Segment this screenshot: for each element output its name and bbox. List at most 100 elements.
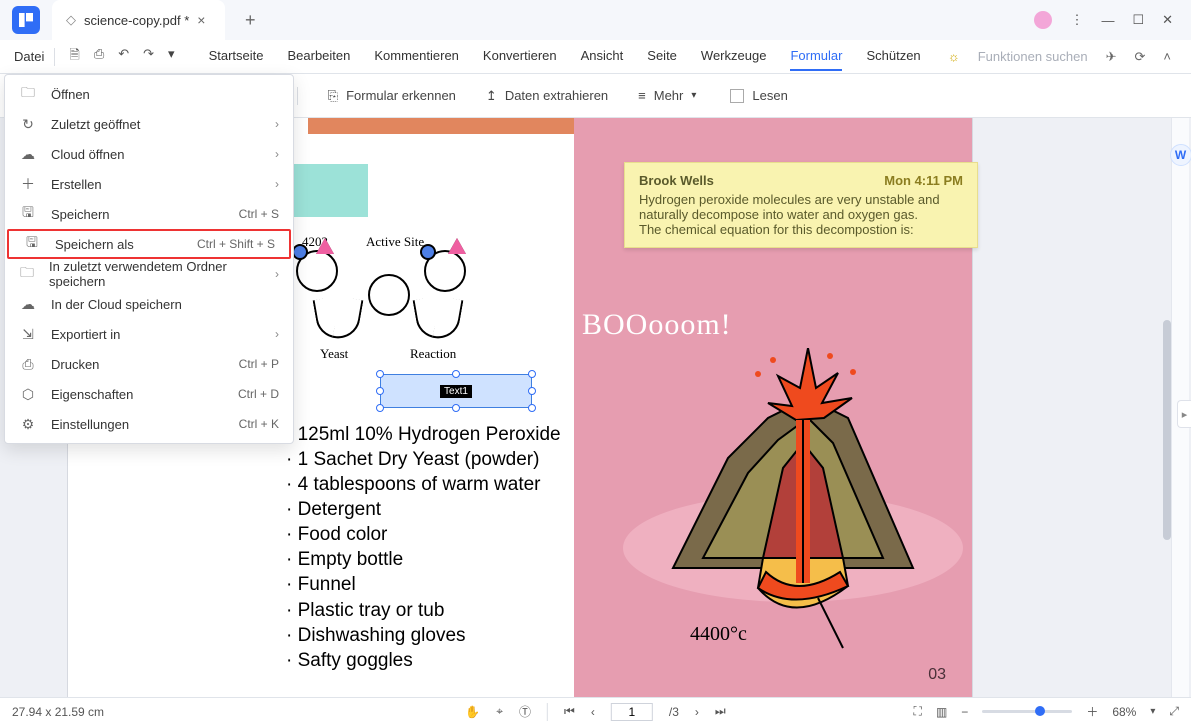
page-total: /3 — [669, 705, 679, 719]
read-mode-toggle[interactable]: Lesen — [730, 88, 787, 103]
zoom-slider[interactable] — [982, 710, 1072, 713]
minimize-icon[interactable]: ― — [1101, 13, 1114, 28]
menu-open[interactable]: 🗀Öffnen — [5, 79, 293, 109]
select-tool-icon[interactable]: ⌖ — [496, 704, 503, 719]
folder-icon: 🗀 — [19, 262, 35, 286]
new-tab-button[interactable]: + — [239, 9, 261, 31]
active-site-label: Active Site — [366, 234, 424, 250]
fullscreen-icon[interactable]: ⤢ — [1169, 704, 1179, 719]
read-label: Lesen — [752, 88, 787, 103]
menu-schuetzen[interactable]: Schützen — [866, 42, 920, 71]
chevron-up-icon[interactable]: ˄ — [1163, 49, 1171, 64]
menu-ansicht[interactable]: Ansicht — [581, 42, 624, 71]
menu-kommentieren[interactable]: Kommentieren — [374, 42, 459, 71]
send-icon[interactable]: ✈ — [1106, 49, 1117, 65]
file-dropdown-menu: 🗀Öffnen ↻Zuletzt geöffnet› ☁Cloud öffnen… — [4, 74, 294, 444]
export-icon: ⇲ — [19, 326, 37, 343]
redo-icon[interactable]: ↷ — [143, 46, 154, 68]
properties-icon: ⬡ — [19, 386, 37, 403]
menu-save-cloud[interactable]: ☁In der Cloud speichern — [5, 289, 293, 319]
chevron-right-icon: › — [275, 177, 279, 191]
menu-seite[interactable]: Seite — [647, 42, 677, 71]
menu-create[interactable]: ＋Erstellen› — [5, 169, 293, 199]
save-icon[interactable]: 🗎 — [69, 46, 79, 68]
zoom-out-icon[interactable]: − — [961, 705, 968, 719]
maximize-icon[interactable]: ☐ — [1132, 12, 1144, 28]
note-line: Hydrogen peroxide molecules are very uns… — [639, 192, 963, 207]
vertical-scrollbar[interactable] — [1163, 320, 1171, 540]
recognize-icon: ⎘ — [328, 88, 338, 104]
prev-page-icon[interactable]: ‹ — [591, 705, 595, 719]
menu-save-as[interactable]: 🖫Speichern alsCtrl + Shift + S — [7, 229, 291, 259]
menu-werkzeuge[interactable]: Werkzeuge — [701, 42, 767, 71]
menu-save-recent-folder[interactable]: 🗀In zuletzt verwendetem Ordner speichern… — [5, 259, 293, 289]
title-bar: ◇ science-copy.pdf * × + ⋮ ― ☐ ✕ — [0, 0, 1191, 40]
menu-bearbeiten[interactable]: Bearbeiten — [287, 42, 350, 71]
open-icon: 🗀 — [19, 82, 37, 106]
cloud-icon: ☁ — [19, 296, 37, 313]
enzyme-diagram — [424, 250, 466, 292]
more-icon: ≡ — [638, 88, 646, 103]
cloud-icon[interactable]: ⟳ — [1135, 49, 1146, 65]
recognize-form-button[interactable]: ⎘ Formular erkennen — [328, 88, 456, 104]
chevron-right-icon: › — [275, 267, 279, 281]
menu-cloud-open[interactable]: ☁Cloud öffnen› — [5, 139, 293, 169]
save-icon: 🖫 — [19, 202, 37, 226]
comment-note[interactable]: Brook WellsMon 4:11 PM Hydrogen peroxide… — [624, 162, 978, 248]
zoom-value[interactable]: 68% — [1112, 705, 1136, 719]
menu-save[interactable]: 🖫SpeichernCtrl + S — [5, 199, 293, 229]
file-menu[interactable]: Datei — [8, 49, 50, 64]
word-export-badge[interactable]: W — [1170, 144, 1191, 166]
document-tab[interactable]: ◇ science-copy.pdf * × — [52, 0, 225, 40]
page-number: 03 — [928, 666, 946, 684]
menu-startseite[interactable]: Startseite — [209, 42, 264, 71]
main-menu: Startseite Bearbeiten Kommentieren Konve… — [189, 42, 921, 71]
status-bar: 27.94 x 21.59 cm ✋ ⌖ Ⓣ ⏮ ‹ /3 › ⏭ ⛶ ▥ − … — [0, 697, 1191, 725]
hand-tool-icon[interactable]: ✋ — [465, 705, 480, 719]
close-icon[interactable]: × — [197, 13, 211, 27]
last-page-icon[interactable]: ⏭ — [715, 704, 726, 719]
temperature-label: 4400°c — [690, 623, 747, 646]
pdf-icon: ◇ — [66, 12, 76, 28]
menu-formular[interactable]: Formular — [790, 42, 842, 71]
expand-panel-button[interactable]: ▸ — [1177, 400, 1191, 428]
layout-icon[interactable]: ▥ — [936, 705, 947, 719]
chevron-down-icon[interactable]: ▾ — [1150, 706, 1155, 717]
menu-properties[interactable]: ⬡EigenschaftenCtrl + D — [5, 379, 293, 409]
user-avatar-icon[interactable] — [1034, 11, 1052, 29]
undo-icon[interactable]: ↶ — [118, 46, 129, 68]
enzyme-diagram — [368, 274, 410, 316]
function-search[interactable]: Funktionen suchen — [978, 49, 1088, 64]
page-input[interactable] — [611, 703, 653, 721]
close-window-icon[interactable]: ✕ — [1162, 12, 1173, 28]
recent-icon: ↻ — [19, 116, 37, 133]
text-select-icon[interactable]: Ⓣ — [519, 703, 531, 720]
menu-recent[interactable]: ↻Zuletzt geöffnet› — [5, 109, 293, 139]
volcano-illustration — [608, 348, 978, 658]
menu-konvertieren[interactable]: Konvertieren — [483, 42, 557, 71]
fit-width-icon[interactable]: ⛶ — [914, 704, 922, 719]
zoom-in-icon[interactable]: ＋ — [1086, 703, 1098, 720]
extract-data-button[interactable]: ↥ Daten extrahieren — [486, 88, 608, 104]
next-page-icon[interactable]: › — [695, 705, 699, 719]
menu-export[interactable]: ⇲Exportiert in› — [5, 319, 293, 349]
lightbulb-icon: ☼ — [948, 49, 960, 64]
dropdown-caret-icon[interactable]: ▾ — [168, 46, 175, 68]
print-icon: ⎙ — [19, 356, 37, 373]
reaction-label: Reaction — [410, 346, 456, 362]
cursor-coords: 27.94 x 21.59 cm — [12, 705, 104, 719]
save-as-icon: 🖫 — [23, 232, 41, 256]
print-icon[interactable]: ⎙ — [94, 46, 104, 68]
more-button[interactable]: ≡ Mehr ▾ — [638, 88, 696, 103]
boom-text: BOOooom! — [582, 308, 732, 342]
chevron-right-icon: › — [275, 147, 279, 161]
settings-icon: ⚙ — [19, 416, 37, 433]
kebab-menu-icon[interactable]: ⋮ — [1070, 12, 1083, 28]
menu-print[interactable]: ⎙DruckenCtrl + P — [5, 349, 293, 379]
note-author: Brook Wells — [639, 173, 714, 188]
menu-settings[interactable]: ⚙EinstellungenCtrl + K — [5, 409, 293, 439]
form-text-field[interactable]: Text1 — [380, 374, 532, 408]
first-page-icon[interactable]: ⏮ — [564, 704, 575, 719]
cloud-icon: ☁ — [19, 146, 37, 163]
recognize-label: Formular erkennen — [346, 88, 456, 103]
